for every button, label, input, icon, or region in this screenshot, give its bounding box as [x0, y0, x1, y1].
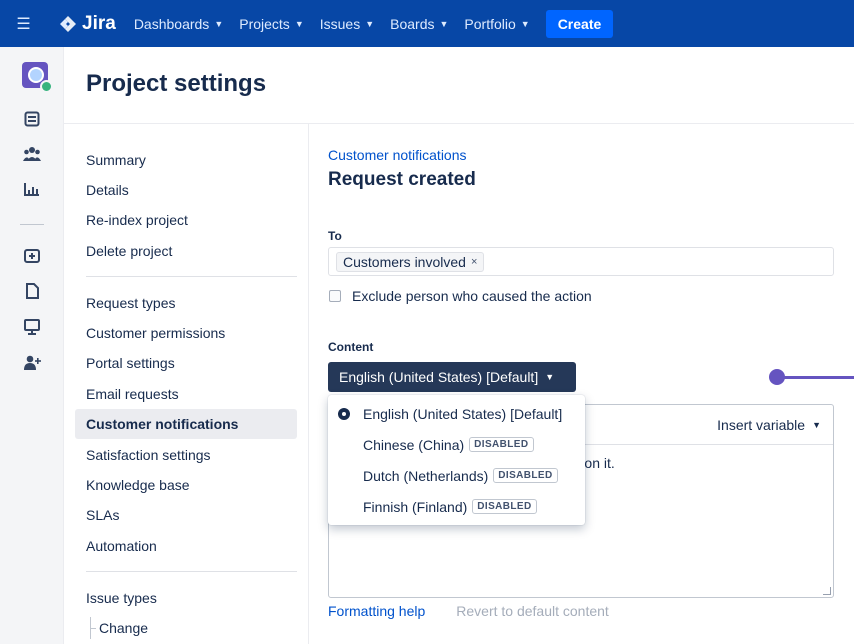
- remove-chip-icon[interactable]: ×: [471, 256, 477, 268]
- resize-handle-icon[interactable]: [823, 587, 831, 595]
- language-dropdown-button[interactable]: English (United States) [Default] ▼: [328, 362, 576, 392]
- reports-icon[interactable]: [22, 179, 42, 199]
- disabled-badge: DISABLED: [472, 499, 537, 514]
- selected-radio-icon: [338, 408, 350, 420]
- header-divider: [64, 123, 854, 124]
- sidebar-item-customer-notifications[interactable]: Customer notifications: [75, 409, 297, 439]
- nav-portfolio[interactable]: Portfolio ▼: [464, 16, 529, 32]
- page-icon[interactable]: [22, 281, 42, 301]
- project-avatar-icon[interactable]: [22, 62, 53, 93]
- to-label: To: [328, 229, 342, 243]
- top-navigation-bar: ☰ Jira Dashboards ▼ Projects ▼ Issues ▼ Boa…: [0, 0, 854, 47]
- exclude-label: Exclude person who caused the action: [352, 288, 592, 304]
- breadcrumb[interactable]: Customer notifications: [328, 147, 467, 163]
- sidebar-item-delete-project[interactable]: Delete project: [75, 236, 297, 266]
- disabled-badge: DISABLED: [493, 468, 558, 483]
- recipients-input[interactable]: Customers involved ×: [328, 247, 834, 276]
- sidebar-item-portal-settings[interactable]: Portal settings: [75, 348, 297, 378]
- insert-variable-button[interactable]: Insert variable ▼: [717, 417, 821, 433]
- sidebar-item-automation[interactable]: Automation: [75, 531, 297, 561]
- sidebar-item-satisfaction-settings[interactable]: Satisfaction settings: [75, 440, 297, 470]
- people-icon[interactable]: [22, 144, 42, 164]
- recipient-chip: Customers involved ×: [336, 252, 485, 272]
- sidebar-item-email-requests[interactable]: Email requests: [75, 379, 297, 409]
- editor-footer: Formatting help Revert to default conten…: [328, 603, 609, 619]
- notification-title: Request created: [328, 169, 476, 190]
- page-title: Project settings: [86, 70, 267, 97]
- annotation-line: [778, 376, 854, 379]
- nav-projects[interactable]: Projects ▼: [239, 16, 304, 32]
- chevron-down-icon: ▼: [294, 18, 304, 29]
- sidebar-subitem-label: Change: [99, 620, 149, 636]
- sidebar-item-details[interactable]: Details: [75, 175, 297, 205]
- nav-boards-label: Boards: [390, 15, 435, 32]
- sidebar-item-customer-permissions[interactable]: Customer permissions: [75, 318, 297, 348]
- add-item-icon[interactable]: [22, 246, 42, 266]
- language-option-finnish[interactable]: Finnish (Finland) DISABLED: [328, 491, 585, 522]
- sidebar-item-knowledge-base[interactable]: Knowledge base: [75, 470, 297, 500]
- content-label: Content: [328, 340, 374, 354]
- sidebar-item-summary[interactable]: Summary: [75, 145, 297, 175]
- nav-issues[interactable]: Issues ▼: [320, 16, 374, 32]
- main-nav: Dashboards ▼ Projects ▼ Issues ▼ Boards ▼ Po…: [134, 9, 614, 38]
- chevron-down-icon: ▼: [520, 18, 530, 29]
- revert-default-link[interactable]: Revert to default content: [456, 603, 609, 619]
- language-option-english[interactable]: English (United States) [Default]: [328, 398, 585, 429]
- language-option-label: Finnish (Finland): [363, 498, 468, 515]
- insert-variable-label: Insert variable: [717, 417, 806, 433]
- sidebar-item-request-types[interactable]: Request types: [75, 288, 297, 318]
- language-option-label: Chinese (China): [363, 436, 465, 453]
- tree-connector: [90, 617, 96, 639]
- exclude-option: Exclude person who caused the action: [329, 288, 592, 304]
- language-option-dutch[interactable]: Dutch (Netherlands) DISABLED: [328, 460, 585, 491]
- nav-dashboards[interactable]: Dashboards ▼: [134, 16, 223, 32]
- sidebar-item-reindex[interactable]: Re-index project: [75, 205, 297, 235]
- chevron-down-icon: ▼: [545, 372, 555, 382]
- sidebar-divider: [308, 124, 309, 644]
- language-dropdown-label: English (United States) [Default]: [339, 369, 539, 385]
- project-rail: [0, 47, 64, 644]
- chevron-down-icon: ▼: [365, 18, 375, 29]
- language-option-chinese[interactable]: Chinese (China) DISABLED: [328, 429, 585, 460]
- add-user-icon[interactable]: [22, 353, 42, 373]
- sidebar-item-issue-types[interactable]: Issue types: [75, 583, 297, 613]
- product-name: Jira: [82, 12, 116, 34]
- annotation-marker: [769, 369, 785, 385]
- sidebar-separator: [86, 276, 297, 277]
- jira-logo[interactable]: Jira: [59, 13, 116, 35]
- nav-issues-label: Issues: [319, 15, 361, 32]
- service-desk-badge-icon: [40, 80, 53, 93]
- language-option-label: English (United States) [Default]: [363, 405, 563, 422]
- jira-logo-icon: [60, 15, 76, 32]
- nav-projects-label: Projects: [239, 15, 290, 32]
- chevron-down-icon: ▼: [214, 18, 224, 29]
- sidebar-separator: [86, 571, 297, 572]
- sidebar-item-slas[interactable]: SLAs: [75, 500, 297, 530]
- formatting-help-link[interactable]: Formatting help: [328, 603, 425, 619]
- disabled-badge: DISABLED: [469, 437, 534, 452]
- menu-icon[interactable]: ☰: [0, 0, 47, 47]
- nav-dashboards-label: Dashboards: [133, 15, 210, 32]
- monitor-icon[interactable]: [22, 317, 42, 337]
- nav-boards[interactable]: Boards ▼: [390, 16, 448, 32]
- nav-portfolio-label: Portfolio: [464, 15, 516, 32]
- create-button[interactable]: Create: [545, 9, 614, 38]
- chevron-down-icon: ▼: [812, 420, 821, 430]
- rail-divider: [20, 224, 44, 225]
- sidebar-subitem-change[interactable]: Change: [90, 617, 148, 639]
- exclude-checkbox[interactable]: [329, 290, 341, 302]
- recipient-chip-label: Customers involved: [343, 254, 466, 270]
- chevron-down-icon: ▼: [439, 18, 449, 29]
- language-menu: English (United States) [Default] Chines…: [328, 395, 585, 525]
- language-option-label: Dutch (Netherlands): [363, 467, 489, 484]
- board-icon[interactable]: [22, 109, 42, 129]
